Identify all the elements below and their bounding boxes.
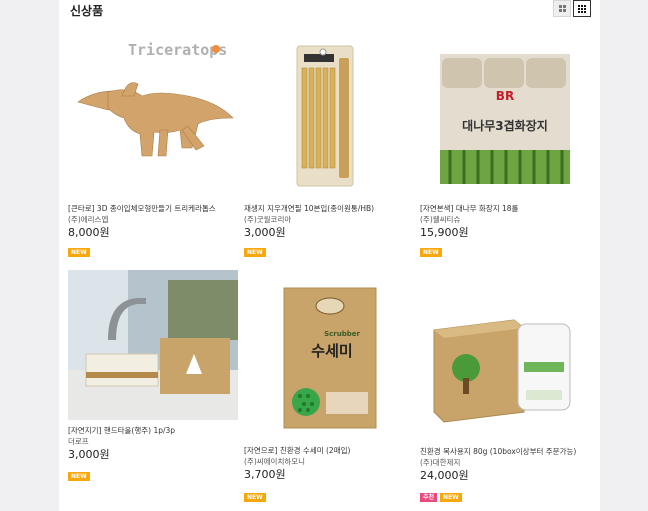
svg-text:BR: BR (496, 89, 514, 103)
new-badge: NEW (244, 493, 266, 502)
grid-3-view-button[interactable] (573, 0, 591, 17)
product-name[interactable]: 친환경 복사용지 80g (10box이상부터 주문가능) (420, 446, 576, 457)
grid-3-icon (578, 4, 586, 13)
new-badge: NEW (420, 248, 442, 257)
recommend-badge: 추천 (420, 493, 438, 502)
scrubber-text: 수세미 (311, 342, 352, 360)
new-badge: NEW (244, 248, 266, 257)
product-image[interactable] (420, 300, 590, 450)
product-image[interactable] (244, 38, 414, 188)
product-image[interactable]: Triceratops (68, 38, 238, 188)
grid-2-icon (558, 5, 566, 12)
product-price: 3,000원 (244, 226, 286, 239)
grid-2-view-button[interactable] (553, 0, 571, 17)
bamboo-tissue-text: 대나무3겹화장지 (462, 118, 548, 133)
product-name[interactable]: [자연지기] 핸드타올(행주) 1p/3p (68, 425, 175, 436)
product-price: 3,700원 (244, 468, 286, 481)
new-badge: NEW (68, 472, 90, 481)
product-price: 24,000원 (420, 469, 469, 482)
product-price: 15,900원 (420, 226, 469, 239)
product-name[interactable]: [자연본색] 대나무 화장지 18롤 (420, 203, 518, 214)
section-title: 신상품 (70, 4, 104, 18)
product-name[interactable]: 재생지 지우개연필 10본입(종이원통/HB) (244, 203, 374, 214)
product-price: 8,000원 (68, 226, 110, 239)
product-name[interactable]: [큰타로] 3D 종이입체모형만들기 트리케라톱스 (68, 203, 216, 214)
new-badge: NEW (440, 493, 462, 502)
new-badge: NEW (68, 248, 90, 257)
product-image[interactable] (68, 270, 238, 420)
product-name[interactable]: [자연으로] 친환경 수세미 (2매입) (244, 445, 350, 456)
product-price: 3,000원 (68, 448, 110, 461)
svg-text:Scrubber: Scrubber (324, 330, 360, 338)
product-image[interactable]: Scrubber 수세미 (244, 284, 414, 434)
product-image[interactable]: BR 대나무3겹화장지 (420, 38, 590, 188)
